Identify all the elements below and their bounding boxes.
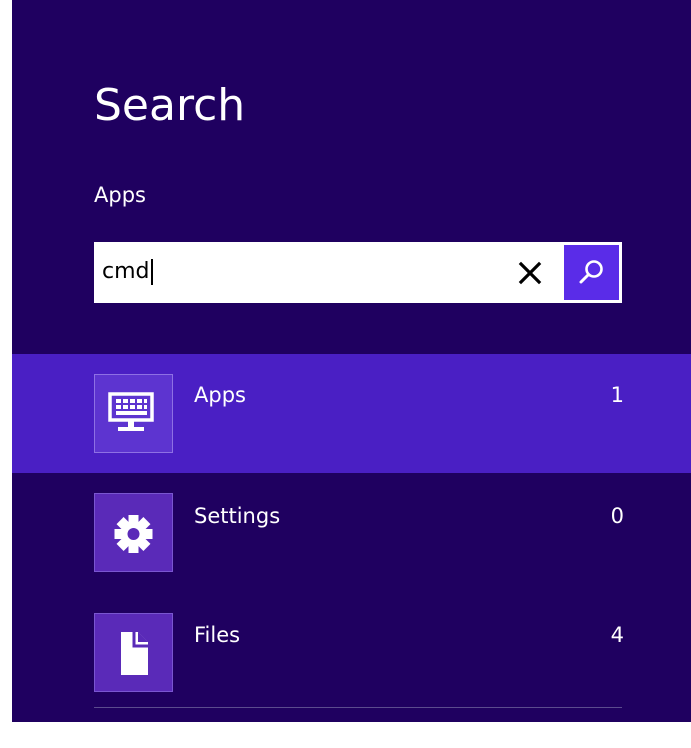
text-caret (150, 259, 153, 285)
apps-tile (94, 374, 173, 453)
apps-keyboard-icon (108, 392, 154, 431)
magnifier-icon (579, 260, 603, 284)
result-label: Files (194, 623, 241, 647)
gear-icon (114, 515, 153, 553)
search-button[interactable] (564, 245, 619, 300)
file-icon (121, 632, 148, 675)
search-input[interactable]: cmd (102, 252, 153, 292)
search-box[interactable]: cmd (94, 242, 622, 303)
result-label: Apps (194, 383, 246, 407)
settings-tile (94, 493, 173, 572)
page-title: Search (94, 80, 246, 131)
result-row-files[interactable]: Files 4 (12, 592, 691, 711)
result-row-settings[interactable]: Settings 0 (12, 473, 691, 592)
result-count: 4 (610, 623, 624, 647)
result-count: 0 (610, 504, 624, 528)
close-icon (518, 261, 542, 285)
files-tile (94, 613, 173, 692)
search-pane: Search Apps cmd Apps 1 Settings 0 Files … (12, 0, 691, 722)
search-scope-label[interactable]: Apps (94, 180, 146, 210)
result-row-apps[interactable]: Apps 1 (12, 354, 691, 473)
divider (94, 707, 622, 708)
result-label: Settings (194, 504, 281, 528)
search-input-value: cmd (102, 259, 150, 284)
clear-search-button[interactable] (514, 257, 546, 289)
result-count: 1 (610, 383, 624, 407)
